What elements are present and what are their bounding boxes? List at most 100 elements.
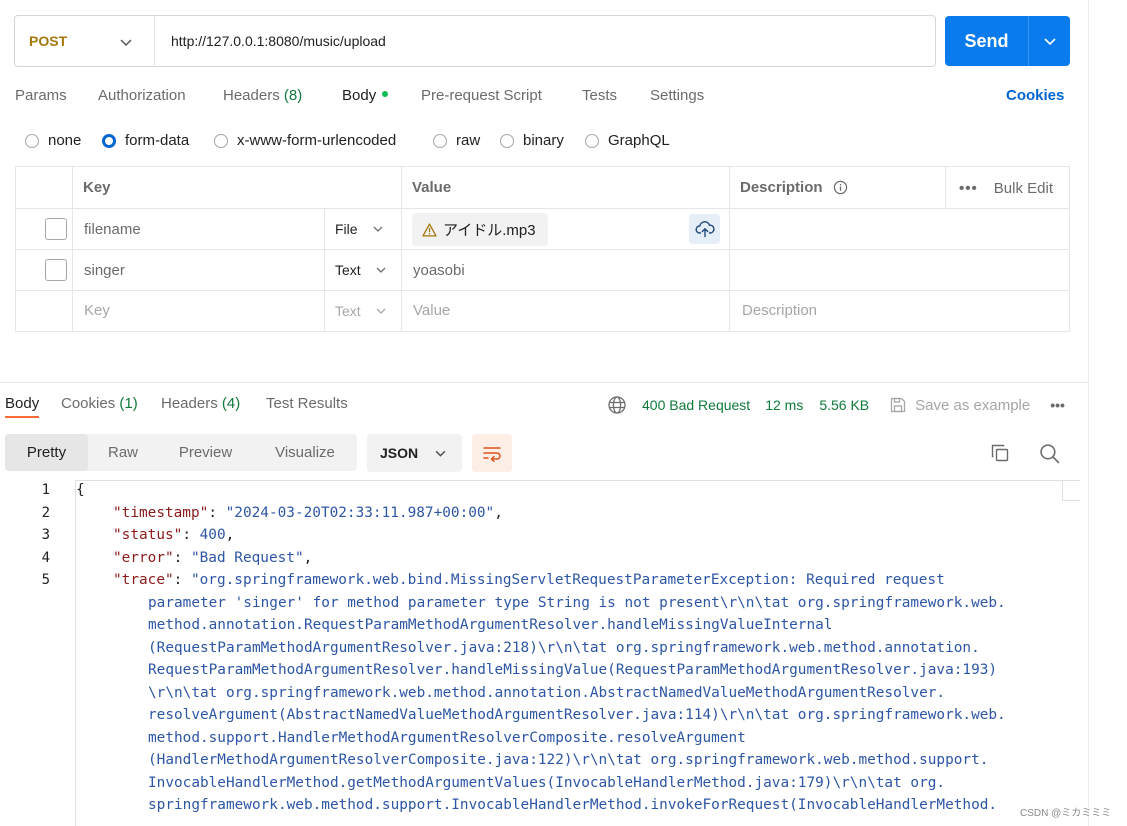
info-icon[interactable]	[833, 180, 848, 195]
json-key: "timestamp"	[113, 505, 209, 521]
line-number: 1	[41, 482, 50, 498]
tab-body[interactable]: Body	[342, 87, 389, 104]
code-line-trace: "trace": "org.springframework.web.bind.M…	[113, 572, 945, 588]
code-area: { "timestamp": "2024-03-20T02:33:11.987+…	[75, 480, 1080, 826]
row-enabled-checkbox[interactable]	[45, 218, 67, 240]
radio-form-data[interactable]: form-data	[102, 132, 189, 149]
trace-continuation: \r\n\tat org.springframework.web.method.…	[148, 685, 946, 701]
view-raw[interactable]: Raw	[88, 434, 158, 471]
save-as-example-button[interactable]: Save as example	[889, 396, 1030, 414]
selected-file-chip[interactable]: アイドル.mp3	[412, 213, 548, 246]
warning-icon	[422, 222, 437, 237]
radio-none[interactable]: none	[25, 132, 81, 149]
view-pretty[interactable]: Pretty	[5, 434, 88, 471]
url-input[interactable]: http://127.0.0.1:8080/music/upload	[155, 33, 386, 49]
view-preview[interactable]: Preview	[158, 434, 253, 471]
new-value-input[interactable]: Value	[413, 302, 450, 319]
method-select[interactable]: POST	[15, 16, 155, 66]
send-button-group: Send	[945, 16, 1070, 66]
row-type-label: File	[335, 221, 358, 237]
tab-headers[interactable]: Headers (8)	[223, 87, 302, 104]
bulk-edit-button[interactable]: Bulk Edit	[994, 180, 1053, 197]
row-key[interactable]: singer	[84, 262, 125, 279]
trace-continuation: method.annotation.RequestParamMethodArgu…	[148, 617, 833, 633]
code-line-timestamp: "timestamp": "2024-03-20T02:33:11.987+00…	[113, 505, 503, 521]
response-time[interactable]: 12 ms	[765, 397, 803, 413]
view-mode-segmented: Pretty Raw Preview Visualize	[5, 434, 357, 471]
view-visualize[interactable]: Visualize	[253, 434, 357, 471]
radio-circle	[500, 133, 514, 148]
trace-continuation: method.support.HandlerMethodArgumentReso…	[148, 730, 746, 746]
search-icon[interactable]	[1039, 443, 1060, 464]
radio-raw[interactable]: raw	[433, 132, 480, 149]
chevron-down-icon	[120, 39, 132, 47]
trace-continuation: InvocableHandlerMethod.getMethodArgument…	[148, 775, 946, 791]
trace-continuation: parameter 'singer' for method parameter …	[148, 595, 1006, 611]
trace-continuation: springframework.web.method.support.Invoc…	[148, 797, 998, 813]
request-url-bar: POST http://127.0.0.1:8080/music/upload	[14, 15, 936, 67]
trace-continuation: (HandlerMethodArgumentResolverComposite.…	[148, 752, 989, 768]
code-line-error: "error": "Bad Request",	[113, 550, 313, 566]
radio-circle-selected	[102, 133, 116, 148]
chevron-down-icon	[1043, 38, 1056, 46]
radio-circle	[585, 133, 599, 148]
json-key: "trace"	[113, 572, 174, 588]
globe-icon[interactable]	[607, 395, 627, 415]
line-number: 2	[41, 505, 50, 521]
send-button[interactable]: Send	[945, 16, 1029, 66]
radio-binary-label: binary	[523, 132, 564, 149]
send-options-button[interactable]	[1029, 16, 1070, 66]
row-key[interactable]: filename	[84, 221, 141, 238]
response-body-editor[interactable]: 1 2 3 4 5 { "timestamp": "2024-03-20T02:…	[0, 480, 1088, 826]
response-tab-body[interactable]: Body	[5, 395, 40, 418]
line-number: 3	[41, 527, 50, 543]
response-size[interactable]: 5.56 KB	[819, 397, 869, 413]
tab-body-label: Body	[342, 87, 377, 104]
new-row-type-label: Text	[335, 303, 361, 319]
tab-settings[interactable]: Settings	[650, 87, 704, 104]
row-type-select[interactable]: File	[335, 221, 384, 237]
more-options-icon[interactable]: •••	[1050, 397, 1065, 413]
response-status[interactable]: 400 Bad Request	[642, 397, 750, 413]
save-icon	[891, 397, 906, 413]
tab-authorization[interactable]: Authorization	[98, 87, 186, 104]
body-active-dot	[382, 91, 389, 98]
new-description-input[interactable]: Description	[742, 302, 817, 319]
response-tab-cookies-label: Cookies	[61, 395, 116, 412]
row-value[interactable]: yoasobi	[413, 262, 465, 279]
new-row: Key Text Value Description	[16, 291, 1069, 332]
form-data-table: Key Value Description ••• Bulk Edit file…	[15, 166, 1070, 332]
row-type-label: Text	[335, 262, 361, 278]
response-tab-headers-label: Headers	[161, 395, 218, 412]
new-key-input[interactable]: Key	[84, 302, 110, 319]
more-options-icon[interactable]: •••	[959, 180, 978, 197]
radio-graphql[interactable]: GraphQL	[585, 132, 670, 149]
row-type-select[interactable]: Text	[335, 262, 387, 278]
radio-circle	[214, 133, 228, 148]
radio-urlencoded[interactable]: x-www-form-urlencoded	[214, 132, 396, 149]
tab-headers-count: (8)	[283, 87, 303, 104]
copy-icon[interactable]	[990, 443, 1010, 463]
new-row-type-select[interactable]: Text	[335, 303, 387, 319]
response-tab-headers[interactable]: Headers (4)	[161, 395, 240, 412]
tab-tests[interactable]: Tests	[582, 87, 617, 104]
response-tab-cookies[interactable]: Cookies (1)	[61, 395, 138, 412]
save-as-example-label: Save as example	[915, 396, 1031, 414]
response-tab-test-results[interactable]: Test Results	[266, 395, 348, 412]
json-value: 400	[199, 527, 226, 543]
tab-params[interactable]: Params	[15, 87, 67, 104]
radio-graphql-label: GraphQL	[608, 132, 670, 149]
chevron-down-icon	[376, 267, 386, 273]
tab-headers-label: Headers	[223, 87, 280, 104]
language-label: JSON	[380, 445, 419, 461]
tab-pre-request-script[interactable]: Pre-request Script	[421, 87, 542, 104]
wrap-lines-button[interactable]	[472, 434, 512, 472]
json-value: "org.springframework.web.bind.MissingSer…	[190, 572, 945, 588]
row-enabled-checkbox[interactable]	[45, 259, 67, 281]
radio-raw-label: raw	[456, 132, 481, 149]
language-select[interactable]: JSON	[367, 434, 462, 472]
radio-binary[interactable]: binary	[500, 132, 564, 149]
upload-file-button[interactable]	[689, 214, 720, 244]
wrap-lines-icon	[483, 447, 501, 462]
cookies-link[interactable]: Cookies	[1006, 87, 1064, 104]
